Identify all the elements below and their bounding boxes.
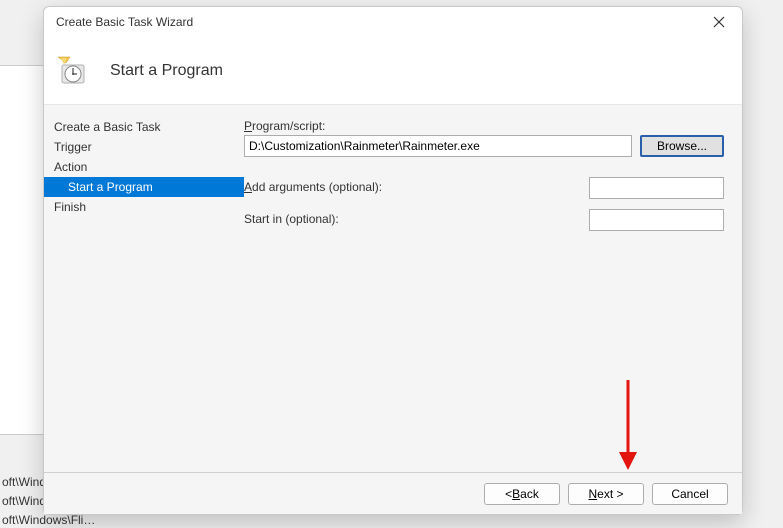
step-action[interactable]: Action [44, 157, 244, 177]
start-in-input[interactable] [589, 209, 724, 231]
step-finish[interactable]: Finish [44, 197, 244, 217]
next-button[interactable]: Next > [568, 483, 644, 505]
start-in-label: Start in (optional): [244, 212, 339, 226]
back-button[interactable]: < Back [484, 483, 560, 505]
wizard-clock-icon [56, 55, 88, 87]
step-start-a-program[interactable]: Start a Program [44, 177, 244, 197]
wizard-body: Create a Basic Task Trigger Action Start… [44, 105, 742, 472]
arguments-input[interactable] [589, 177, 724, 199]
program-script-input[interactable] [244, 135, 632, 157]
close-button[interactable] [704, 10, 734, 34]
browse-button[interactable]: Browse... [640, 135, 724, 157]
wizard-steps-sidebar: Create a Basic Task Trigger Action Start… [44, 105, 244, 472]
step-trigger[interactable]: Trigger [44, 137, 244, 157]
program-script-label: Program/script: [244, 119, 724, 133]
wizard-step-title: Start a Program [110, 62, 223, 80]
close-icon [713, 16, 725, 28]
titlebar: Create Basic Task Wizard [44, 7, 742, 37]
background-panel [0, 65, 43, 435]
wizard-footer: < Back Next > Cancel [44, 472, 742, 514]
wizard-dialog: Create Basic Task Wizard Start a Program… [43, 6, 743, 515]
wizard-header: Start a Program [44, 37, 742, 105]
wizard-content: Program/script: Browse... Add arguments … [244, 105, 742, 472]
dialog-title: Create Basic Task Wizard [56, 15, 704, 29]
arguments-label: Add arguments (optional): [244, 180, 382, 194]
cancel-button[interactable]: Cancel [652, 483, 728, 505]
step-create-basic-task[interactable]: Create a Basic Task [44, 117, 244, 137]
bg-text-line: oft\Windows\Fli… [2, 513, 95, 527]
